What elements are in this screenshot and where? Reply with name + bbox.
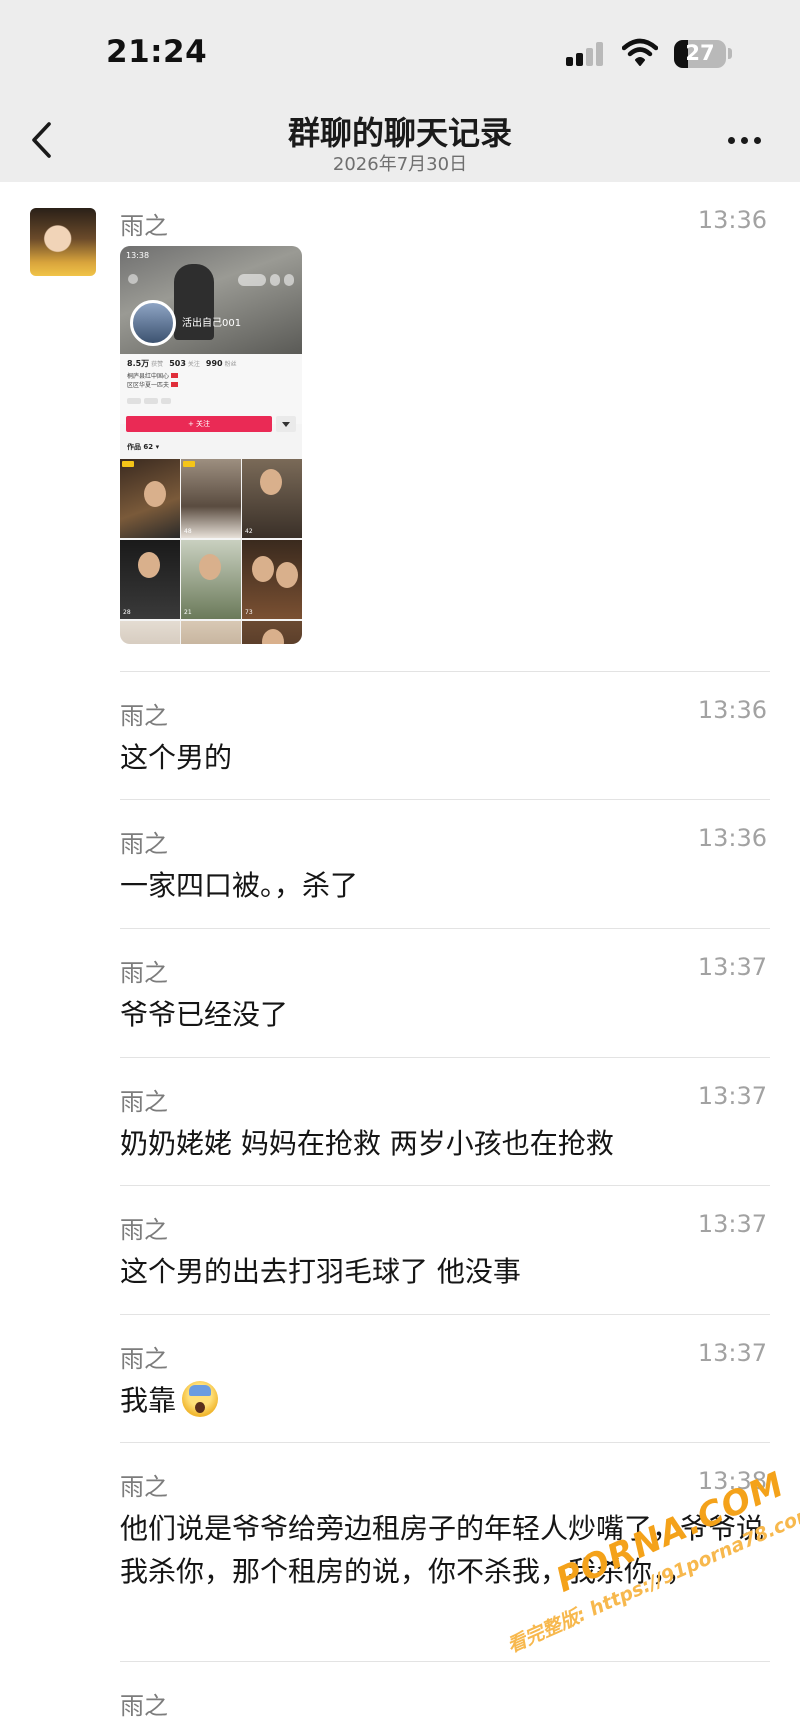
divider	[120, 799, 770, 800]
message-text: 我靠	[120, 1379, 770, 1422]
message-4: 雨之 13:37 奶奶姥姥 妈妈在抢救 两岁小孩也在抢救	[120, 1082, 770, 1172]
divider	[120, 928, 770, 929]
thumb-tags	[127, 398, 187, 404]
thumb-video-tile: 28	[120, 540, 180, 619]
message-text: 这个男的	[120, 741, 233, 774]
top-bar: 21:24 27 群聊的聊天记录 2026年7月30日	[0, 0, 800, 182]
divider	[120, 1442, 770, 1443]
thumb-back-icon	[128, 274, 138, 284]
message-5: 雨之 13:37 这个男的出去打羽毛球了 他没事	[120, 1210, 770, 1300]
message-0: 雨之 13:36	[120, 206, 770, 240]
message-sender: 雨之	[120, 1088, 168, 1116]
image-message-thumbnail[interactable]: 13:38 活出自己001 8.5万 获赞 503 关注 990 粉丝 桐庐县红中国心 区…	[120, 246, 302, 644]
thumb-bio: 桐庐县红中国心 区区华夏一匹夫	[127, 372, 179, 390]
thumb-dropdown-icon	[276, 416, 296, 432]
message-1: 雨之 13:36 这个男的	[120, 696, 770, 786]
message-sender: 雨之	[120, 212, 168, 240]
message-time: 13:37	[697, 1082, 767, 1110]
divider	[120, 671, 770, 672]
page-title: 群聊的聊天记录	[287, 114, 512, 152]
thumb-video-tile	[181, 621, 241, 644]
message-time: 13:37	[697, 1210, 767, 1238]
thumb-video-tile	[242, 621, 302, 644]
message-2: 雨之 13:36 一家四口被。，杀了	[120, 824, 770, 914]
message-sender: 雨之	[120, 830, 168, 858]
message-sender: 雨之	[120, 959, 168, 987]
battery-percent: 27	[685, 41, 715, 65]
thumb-video-grid: 48 42 28 21 73	[120, 459, 302, 644]
divider	[120, 1185, 770, 1186]
thumb-video-tile: 48	[181, 459, 241, 538]
status-time: 21:24	[106, 34, 208, 70]
battery-icon: 27	[674, 40, 726, 68]
message-6: 雨之 13:37 我靠	[120, 1339, 770, 1429]
divider	[120, 1057, 770, 1058]
signal-icon	[566, 42, 608, 66]
thumb-profile-name: 活出自己001	[182, 318, 242, 329]
message-text: 奶奶姥姥 妈妈在抢救 两岁小孩也在抢救	[120, 1127, 614, 1160]
back-icon[interactable]	[22, 116, 62, 164]
message-time: 13:36	[697, 206, 767, 234]
battery-cap	[728, 48, 732, 59]
message-text: 爷爷已经没了	[120, 998, 289, 1031]
thumb-profile-avatar	[130, 300, 176, 346]
message-time: 13:37	[697, 1339, 767, 1367]
message-3: 雨之 13:37 爷爷已经没了	[120, 953, 770, 1043]
message-8: 雨之	[120, 1686, 770, 1736]
thumb-follow-button: + 关注	[126, 416, 272, 432]
message-sender: 雨之	[120, 1216, 168, 1244]
wifi-icon	[622, 38, 658, 66]
message-text: 一家四口被。，杀了	[120, 869, 359, 902]
thumb-stats: 8.5万 获赞 503 关注 990 粉丝	[127, 359, 237, 368]
message-sender: 雨之	[120, 702, 168, 730]
message-time: 13:37	[697, 953, 767, 981]
thumb-video-tile: 73	[242, 540, 302, 619]
scream-emoji-icon	[182, 1381, 219, 1417]
message-sender: 雨之	[120, 1473, 168, 1501]
divider	[120, 1314, 770, 1315]
thumb-video-tile: 42	[242, 459, 302, 538]
more-icon[interactable]	[722, 122, 766, 158]
thumb-video-tile	[120, 621, 180, 644]
thumb-top-icons	[238, 274, 294, 286]
message-sender: 雨之	[120, 1345, 168, 1373]
thumb-works-label: 作品 62 ▾	[127, 443, 160, 451]
avatar[interactable]	[30, 208, 96, 276]
thumb-video-tile: 21	[181, 540, 241, 619]
message-time: 13:36	[697, 696, 767, 724]
message-sender: 雨之	[120, 1692, 168, 1720]
message-text: 这个男的出去打羽毛球了 他没事	[120, 1255, 521, 1288]
thumb-video-tile	[120, 459, 180, 538]
thumb-status-time: 13:38	[126, 251, 150, 260]
message-time: 13:36	[697, 824, 767, 852]
page-date: 2026年7月30日	[332, 154, 468, 175]
